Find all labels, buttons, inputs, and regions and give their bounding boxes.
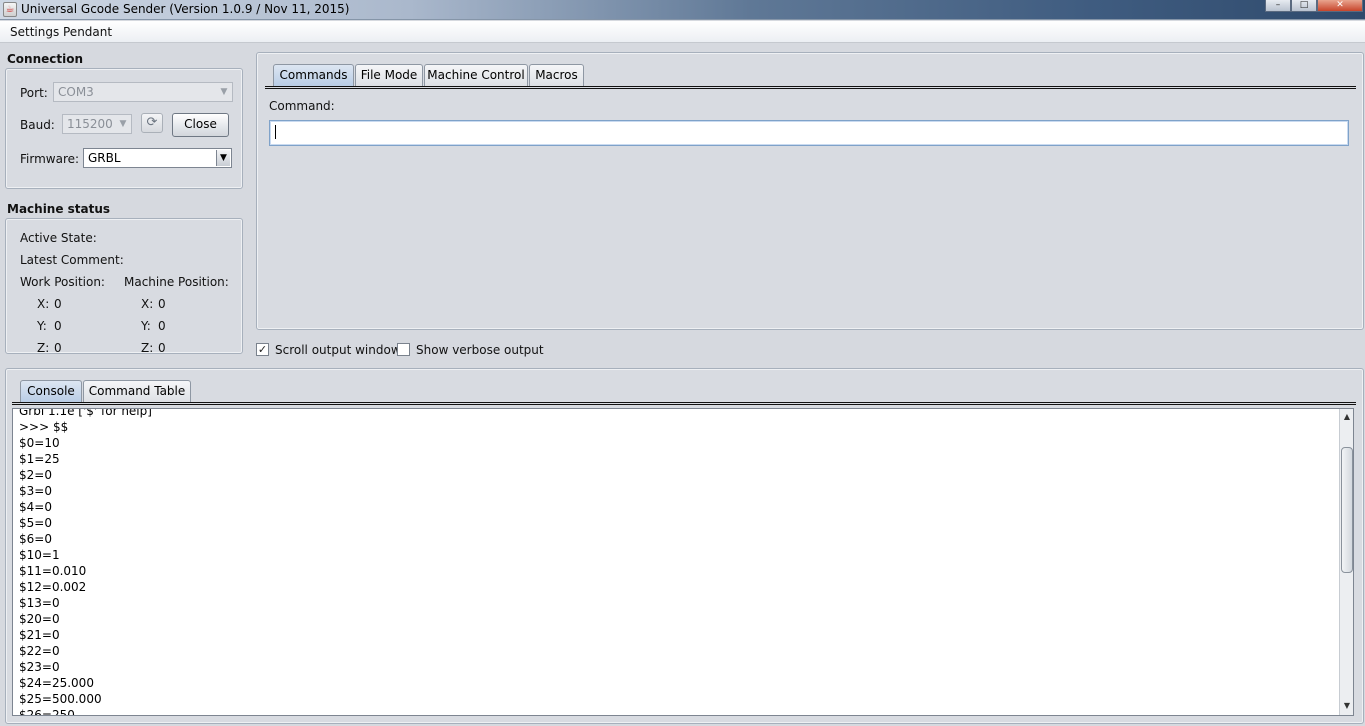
verbose-output-checkbox[interactable] xyxy=(397,343,410,356)
console-line: $2=0 xyxy=(19,468,52,482)
console-line: >>> $$ xyxy=(19,420,69,434)
baud-label: Baud: xyxy=(20,118,55,132)
console-line: $20=0 xyxy=(19,612,60,626)
chevron-down-icon: ▼ xyxy=(216,150,230,166)
console-line: $21=0 xyxy=(19,628,60,642)
console-line: $12=0.002 xyxy=(19,580,87,594)
tab-divider xyxy=(265,86,1356,89)
close-window-button[interactable]: ✕ xyxy=(1317,0,1363,12)
console-line: $23=0 xyxy=(19,660,60,674)
port-label: Port: xyxy=(20,86,48,100)
console-line: $26=250 xyxy=(19,708,75,716)
active-state-label: Active State: xyxy=(20,231,97,245)
console-output[interactable]: Grbl 1.1e ['$' for help] >>> $$ $0=10 $1=25… xyxy=(12,408,1354,716)
port-value: COM3 xyxy=(58,85,94,99)
machine-position-label: Machine Position: xyxy=(124,275,229,289)
firmware-value: GRBL xyxy=(88,151,121,165)
baud-value: 115200 xyxy=(67,117,113,131)
check-icon: ✓ xyxy=(257,343,268,356)
console-line: $10=1 xyxy=(19,548,60,562)
firmware-select[interactable]: GRBL ▼ xyxy=(83,148,232,168)
scroll-up-icon[interactable]: ▲ xyxy=(1341,411,1353,423)
console-scrollbar[interactable]: ▲ ▼ xyxy=(1339,409,1353,715)
command-input[interactable] xyxy=(269,120,1349,146)
work-z-axis: Z: xyxy=(37,341,50,355)
console-line: $24=25.000 xyxy=(19,676,94,690)
machine-x-axis: X: xyxy=(141,297,154,311)
console-line: $22=0 xyxy=(19,644,60,658)
machine-y-axis: Y: xyxy=(141,319,151,333)
verbose-output-label: Show verbose output xyxy=(416,343,544,357)
console-line: $11=0.010 xyxy=(19,564,87,578)
window-title: Universal Gcode Sender (Version 1.0.9 / … xyxy=(21,2,350,16)
scroll-down-icon[interactable]: ▼ xyxy=(1341,700,1353,712)
console-line: $13=0 xyxy=(19,596,60,610)
menu-bar: Settings Pendant xyxy=(0,21,1365,43)
console-line: $4=0 xyxy=(19,500,52,514)
tab-divider xyxy=(12,402,1356,405)
work-position-label: Work Position: xyxy=(20,275,105,289)
machine-y-value: 0 xyxy=(158,319,166,333)
close-connection-button[interactable]: Close xyxy=(172,113,229,137)
tab-console[interactable]: Console xyxy=(20,380,82,402)
latest-comment-label: Latest Comment: xyxy=(20,253,124,267)
work-x-value: 0 xyxy=(54,297,62,311)
java-app-icon: ☕ xyxy=(3,2,17,17)
work-x-axis: X: xyxy=(37,297,50,311)
chevron-down-icon: ▼ xyxy=(119,119,127,129)
connection-panel: Port: COM3 ▼ Baud: 115200 ▼ ⟳ Close Firm… xyxy=(5,68,243,189)
machine-z-value: 0 xyxy=(158,341,166,355)
machine-x-value: 0 xyxy=(158,297,166,311)
machine-status-panel: Active State: Latest Comment: Work Posit… xyxy=(5,218,243,355)
refresh-ports-button[interactable]: ⟳ xyxy=(141,113,163,133)
tab-file-mode[interactable]: File Mode xyxy=(355,64,423,86)
scroll-thumb[interactable] xyxy=(1341,447,1353,573)
connection-title: Connection xyxy=(7,52,84,66)
port-select[interactable]: COM3 ▼ xyxy=(53,82,233,102)
console-lines: Grbl 1.1e ['$' for help] >>> $$ $0=10 $1=25… xyxy=(19,408,152,716)
machine-status-title: Machine status xyxy=(7,202,111,216)
menu-pendant[interactable]: Pendant xyxy=(63,24,112,40)
scroll-output-label: Scroll output window xyxy=(275,343,401,357)
console-line: $6=0 xyxy=(19,532,52,546)
scroll-output-checkbox[interactable]: ✓ xyxy=(256,343,269,356)
console-line: $3=0 xyxy=(19,484,52,498)
machine-z-axis: Z: xyxy=(141,341,154,355)
console-line: Grbl 1.1e ['$' for help] xyxy=(19,408,152,418)
console-line: $0=10 xyxy=(19,436,60,450)
command-label: Command: xyxy=(269,99,335,113)
firmware-label: Firmware: xyxy=(20,152,80,166)
console-line: $5=0 xyxy=(19,516,52,530)
tab-command-table[interactable]: Command Table xyxy=(83,380,191,402)
console-line: $25=500.000 xyxy=(19,692,102,706)
work-y-value: 0 xyxy=(54,319,62,333)
baud-select[interactable]: 115200 ▼ xyxy=(62,114,132,134)
minimize-button[interactable]: – xyxy=(1265,0,1291,12)
work-y-axis: Y: xyxy=(37,319,47,333)
text-caret xyxy=(275,125,276,139)
command-tabs-panel xyxy=(256,52,1364,330)
tab-macros[interactable]: Macros xyxy=(529,64,584,86)
refresh-icon: ⟳ xyxy=(146,115,158,130)
menu-settings[interactable]: Settings xyxy=(10,24,59,40)
tab-commands[interactable]: Commands xyxy=(273,64,354,86)
maximize-button[interactable]: □ xyxy=(1291,0,1317,12)
title-bar[interactable]: ☕ Universal Gcode Sender (Version 1.0.9 … xyxy=(0,0,1365,20)
chevron-down-icon: ▼ xyxy=(220,87,228,97)
work-z-value: 0 xyxy=(54,341,62,355)
console-line: $1=25 xyxy=(19,452,60,466)
tab-machine-control[interactable]: Machine Control xyxy=(424,64,528,86)
